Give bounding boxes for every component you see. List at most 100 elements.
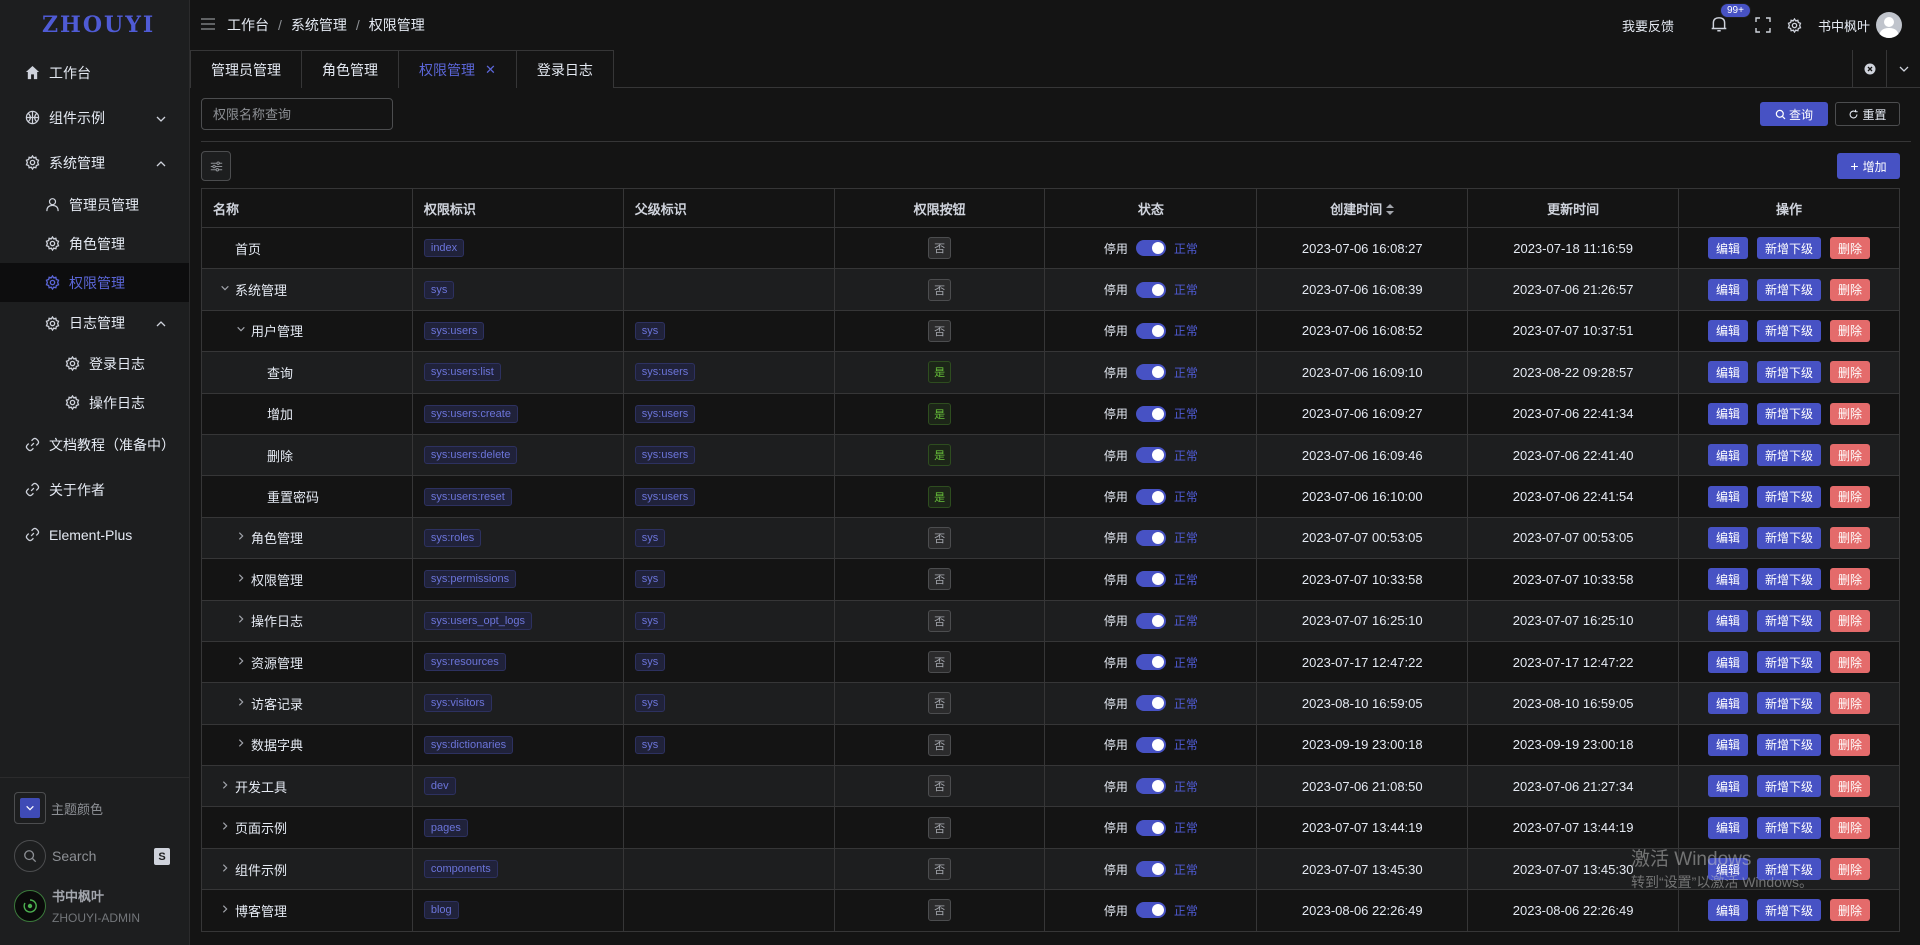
delete-button[interactable]: 删除	[1830, 858, 1871, 881]
delete-button[interactable]: 删除	[1830, 899, 1871, 922]
add-child-button[interactable]: 新增下级	[1757, 319, 1822, 342]
add-child-button[interactable]: 新增下级	[1757, 692, 1822, 715]
tab-permissions[interactable]: 权限管理 ✕	[398, 50, 516, 88]
edit-button[interactable]: 编辑	[1707, 361, 1748, 384]
delete-button[interactable]: 删除	[1830, 733, 1871, 756]
edit-button[interactable]: 编辑	[1707, 733, 1748, 756]
close-icon[interactable]: ✕	[485, 62, 496, 78]
edit-button[interactable]: 编辑	[1707, 692, 1748, 715]
add-child-button[interactable]: 新增下级	[1757, 733, 1822, 756]
delete-button[interactable]: 删除	[1830, 692, 1871, 715]
edit-button[interactable]: 编辑	[1707, 568, 1748, 591]
add-child-button[interactable]: 新增下级	[1757, 899, 1822, 922]
sidebar-item-roles[interactable]: 角色管理	[0, 224, 189, 263]
sidebar-item-dashboard[interactable]: 工作台	[0, 50, 189, 95]
status-toggle[interactable]	[1135, 612, 1166, 629]
edit-button[interactable]: 编辑	[1707, 319, 1748, 342]
add-child-button[interactable]: 新增下级	[1757, 568, 1822, 591]
avatar[interactable]	[1876, 12, 1902, 38]
reset-button[interactable]: 重置	[1835, 102, 1900, 126]
edit-button[interactable]: 编辑	[1707, 816, 1748, 839]
edit-button[interactable]: 编辑	[1707, 485, 1748, 508]
breadcrumb-item[interactable]: 系统管理	[291, 15, 347, 35]
header-username[interactable]: 书中枫叶	[1818, 16, 1870, 35]
delete-button[interactable]: 删除	[1830, 402, 1871, 425]
add-child-button[interactable]: 新增下级	[1757, 775, 1822, 798]
sidebar-item-about[interactable]: 关于作者	[0, 467, 189, 512]
add-child-button[interactable]: 新增下级	[1757, 361, 1822, 384]
status-toggle[interactable]	[1135, 778, 1166, 795]
add-child-button[interactable]: 新增下级	[1757, 609, 1822, 632]
edit-button[interactable]: 编辑	[1707, 278, 1748, 301]
status-toggle[interactable]	[1135, 281, 1166, 298]
status-toggle[interactable]	[1135, 571, 1166, 588]
query-button[interactable]: 查询	[1760, 102, 1828, 126]
notification-bell[interactable]: 99+	[1710, 3, 1751, 35]
chevron-right-icon[interactable]	[219, 863, 231, 876]
tab-login-logs[interactable]: 登录日志	[515, 50, 614, 88]
theme-color-picker[interactable]: 主题颜色	[14, 792, 103, 824]
status-toggle[interactable]	[1135, 364, 1166, 381]
chevron-right-icon[interactable]	[219, 821, 231, 834]
sidebar-user[interactable]: 书中枫叶 ZHOUYI-ADMIN	[14, 886, 140, 925]
column-settings-button[interactable]	[201, 151, 231, 181]
add-child-button[interactable]: 新增下级	[1757, 526, 1822, 549]
chevron-right-icon[interactable]	[235, 738, 247, 751]
column-header-sortable[interactable]: 创建时间	[1256, 188, 1469, 228]
tab-roles[interactable]: 角色管理	[301, 50, 398, 88]
fullscreen-icon[interactable]	[1754, 16, 1772, 34]
sidebar-item-system[interactable]: 系统管理	[0, 140, 189, 185]
gear-icon[interactable]	[1786, 16, 1804, 34]
sidebar-item-operation-logs[interactable]: 操作日志	[0, 383, 189, 422]
delete-button[interactable]: 删除	[1830, 526, 1871, 549]
feedback-link[interactable]: 我要反馈	[1622, 16, 1674, 35]
status-toggle[interactable]	[1135, 861, 1166, 878]
sidebar-item-components[interactable]: 组件示例	[0, 95, 189, 140]
add-child-button[interactable]: 新增下级	[1757, 651, 1822, 674]
status-toggle[interactable]	[1135, 488, 1166, 505]
add-child-button[interactable]: 新增下级	[1757, 485, 1822, 508]
sort-icon[interactable]	[1386, 204, 1395, 216]
permission-search-input[interactable]	[201, 98, 393, 130]
delete-button[interactable]: 删除	[1830, 568, 1871, 591]
delete-button[interactable]: 删除	[1830, 444, 1871, 467]
add-child-button[interactable]: 新增下级	[1757, 444, 1822, 467]
status-toggle[interactable]	[1135, 405, 1166, 422]
edit-button[interactable]: 编辑	[1707, 775, 1748, 798]
edit-button[interactable]: 编辑	[1707, 899, 1748, 922]
status-toggle[interactable]	[1135, 695, 1166, 712]
sidebar-item-docs[interactable]: 文档教程（准备中）	[0, 422, 189, 467]
edit-button[interactable]: 编辑	[1707, 237, 1748, 260]
tabs-dropdown-button[interactable]	[1886, 50, 1920, 88]
add-child-button[interactable]: 新增下级	[1757, 278, 1822, 301]
chevron-right-icon[interactable]	[235, 656, 247, 669]
delete-button[interactable]: 删除	[1830, 319, 1871, 342]
add-child-button[interactable]: 新增下级	[1757, 237, 1822, 260]
chevron-right-icon[interactable]	[219, 904, 231, 917]
sidebar-item-element-plus[interactable]: Element-Plus	[0, 512, 189, 557]
chevron-down-icon[interactable]	[219, 283, 231, 296]
edit-button[interactable]: 编辑	[1707, 444, 1748, 467]
status-toggle[interactable]	[1135, 902, 1166, 919]
sidebar-item-permissions[interactable]: 权限管理	[0, 263, 189, 302]
edit-button[interactable]: 编辑	[1707, 609, 1748, 632]
status-toggle[interactable]	[1135, 819, 1166, 836]
chevron-right-icon[interactable]	[235, 531, 247, 544]
sidebar-item-logs[interactable]: 日志管理	[0, 302, 189, 344]
chevron-right-icon[interactable]	[235, 697, 247, 710]
status-toggle[interactable]	[1135, 736, 1166, 753]
add-button[interactable]: + 增加	[1837, 153, 1900, 179]
add-child-button[interactable]: 新增下级	[1757, 816, 1822, 839]
chevron-right-icon[interactable]	[219, 780, 231, 793]
delete-button[interactable]: 删除	[1830, 361, 1871, 384]
edit-button[interactable]: 编辑	[1707, 651, 1748, 674]
delete-button[interactable]: 删除	[1830, 485, 1871, 508]
add-child-button[interactable]: 新增下级	[1757, 402, 1822, 425]
theme-color-swatch[interactable]	[14, 792, 46, 824]
chevron-down-icon[interactable]	[235, 324, 247, 337]
tab-admins[interactable]: 管理员管理	[190, 50, 301, 88]
status-toggle[interactable]	[1135, 529, 1166, 546]
status-toggle[interactable]	[1135, 322, 1166, 339]
status-toggle[interactable]	[1135, 240, 1166, 257]
close-tabs-button[interactable]	[1852, 50, 1886, 88]
